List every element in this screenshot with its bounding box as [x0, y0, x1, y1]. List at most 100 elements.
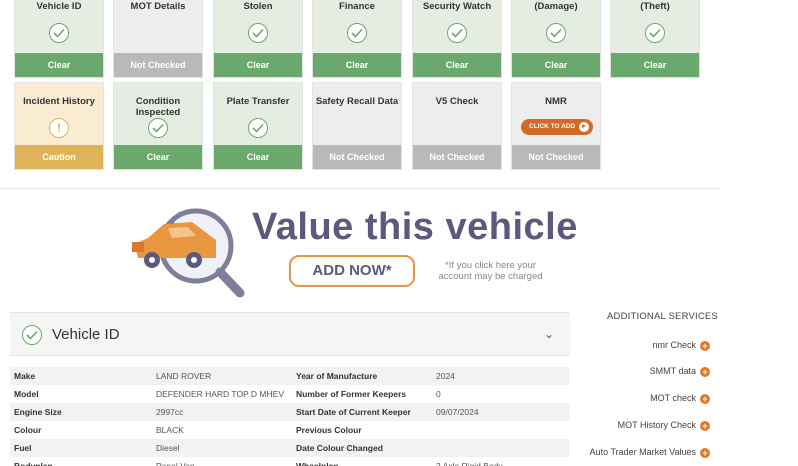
- check-circle-icon: [645, 23, 665, 43]
- check-circle-icon: [148, 118, 168, 138]
- plus-icon: +: [700, 341, 710, 351]
- field-value: BLACK: [156, 425, 184, 435]
- check-title: V5 Check: [435, 96, 479, 107]
- check-title: Insurance Write Off (Damage): [512, 0, 599, 12]
- plus-icon: +: [700, 448, 710, 458]
- status-badge: Clear: [512, 53, 600, 77]
- field-label: Colour: [14, 425, 42, 435]
- check-tile-insurance-damage[interactable]: Insurance Write Off (Damage) Clear: [511, 0, 601, 78]
- vehicle-id-accordion-header[interactable]: Vehicle ID ⌄: [10, 312, 570, 356]
- chevron-down-icon[interactable]: ⌄: [544, 327, 554, 341]
- check-title: Safety Recall Data: [315, 96, 399, 107]
- field-value: Panel Van: [156, 461, 195, 466]
- field-value: 2024: [432, 367, 570, 385]
- service-smmt-data[interactable]: SMMT data +: [650, 366, 710, 377]
- status-badge: Not Checked: [413, 145, 501, 169]
- check-tile-plate-transfer[interactable]: Plate Transfer Clear: [213, 82, 303, 170]
- service-mot-check[interactable]: MOT check +: [650, 393, 710, 404]
- check-circle-icon: [22, 325, 42, 345]
- field-value: 2 Axle Rigid Body: [436, 461, 503, 466]
- field-value: [432, 421, 570, 439]
- field-label: Date Colour Changed: [292, 439, 432, 457]
- check-tile-security-watch[interactable]: Security Watch Clear: [412, 0, 502, 78]
- check-title: NMR: [545, 96, 567, 107]
- check-tile-mot-details[interactable]: MOT Details Not Checked: [113, 0, 203, 78]
- field-label: Bodyplan: [14, 461, 53, 466]
- arrow-right-icon: ▸: [579, 122, 589, 132]
- service-mot-history-check[interactable]: MOT History Check +: [618, 420, 710, 431]
- service-label: MOT History Check: [617, 420, 696, 430]
- check-title: MOT Details: [130, 1, 186, 12]
- field-label: Wheelplan: [296, 461, 339, 466]
- check-tile-stolen[interactable]: Stolen Clear: [213, 0, 303, 78]
- field-value: DEFENDER HARD TOP D MHEV: [156, 389, 284, 399]
- check-title: Plate Transfer: [226, 96, 290, 107]
- check-title: Condition Inspected: [135, 96, 181, 118]
- table-row: Fuel Diesel Date Colour Changed: [10, 439, 570, 457]
- field-label: Make: [10, 367, 152, 385]
- check-tile-vehicle-id[interactable]: Vehicle ID Clear: [14, 0, 104, 78]
- service-auto-trader-market-values[interactable]: Auto Trader Market Values +: [590, 447, 710, 458]
- status-badge: Not Checked: [512, 145, 600, 169]
- warning-icon: !: [49, 118, 69, 138]
- status-badge: Clear: [313, 53, 401, 77]
- section-divider: [0, 188, 720, 189]
- status-badge: Caution: [15, 145, 103, 169]
- field-value: Diesel: [152, 439, 292, 457]
- service-label: SMMT data: [649, 366, 696, 376]
- check-title: Finance: [339, 1, 375, 12]
- check-tile-incident-history[interactable]: Incident History ! Caution: [14, 82, 104, 170]
- check-title: Vehicle ID: [36, 1, 82, 12]
- check-title: Stolen: [243, 1, 273, 12]
- plus-icon: +: [700, 367, 710, 377]
- check-circle-icon: [546, 23, 566, 43]
- car-magnifier-icon: [132, 208, 245, 298]
- table-row: Make LAND ROVER Year of Manufacture 2024: [10, 367, 570, 385]
- add-now-button[interactable]: ADD NOW*: [289, 255, 415, 287]
- check-tile-insurance-theft[interactable]: Insurance Write Off (Theft) Clear: [610, 0, 700, 78]
- field-label: Model: [14, 389, 39, 399]
- check-tile-v5-check[interactable]: V5 Check Not Checked: [412, 82, 502, 170]
- additional-services-title: ADDITIONAL SERVICES: [607, 311, 718, 322]
- field-value: 0: [436, 389, 441, 399]
- field-label: Engine Size: [10, 403, 152, 421]
- section-title: Vehicle ID: [52, 326, 120, 343]
- status-badge: Clear: [413, 53, 501, 77]
- cta-label: CLICK TO ADD: [529, 123, 576, 130]
- check-title: Insurance Write Off (Theft): [611, 0, 698, 12]
- vehicle-details-table: Make LAND ROVER Year of Manufacture 2024…: [10, 367, 570, 466]
- table-row: Colour BLACK Previous Colour: [10, 421, 570, 439]
- status-badge: Not Checked: [114, 53, 202, 77]
- check-tile-safety-recall[interactable]: Safety Recall Data Not Checked: [312, 82, 402, 170]
- plus-icon: +: [700, 394, 710, 404]
- valuation-title: Value this vehicle: [252, 206, 578, 248]
- check-tile-condition-inspected[interactable]: Condition Inspected Clear: [113, 82, 203, 170]
- charge-note: *If you click here your account may be c…: [438, 260, 543, 282]
- check-circle-icon: [248, 118, 268, 138]
- status-badge: Clear: [214, 145, 302, 169]
- service-label: MOT check: [650, 393, 696, 403]
- service-label: Auto Trader Market Values: [589, 447, 696, 457]
- table-row: Engine Size 2997cc Start Date of Current…: [10, 403, 570, 421]
- nmr-click-to-add-button[interactable]: CLICK TO ADD ▸: [521, 119, 593, 135]
- field-label: Previous Colour: [296, 425, 362, 435]
- plus-icon: +: [700, 421, 710, 431]
- field-value: 2997cc: [152, 403, 292, 421]
- field-value: [432, 439, 570, 457]
- status-badge: Clear: [611, 53, 699, 77]
- field-label: Year of Manufacture: [292, 367, 432, 385]
- field-label: Number of Former Keepers: [296, 389, 407, 399]
- field-value: LAND ROVER: [152, 367, 292, 385]
- field-label: Fuel: [10, 439, 152, 457]
- table-row: Model DEFENDER HARD TOP D MHEV Number of…: [10, 385, 570, 403]
- status-badge: Clear: [114, 145, 202, 169]
- check-circle-icon: [347, 23, 367, 43]
- field-label: Start Date of Current Keeper: [292, 403, 432, 421]
- check-title: Security Watch: [422, 1, 492, 12]
- field-value: 09/07/2024: [432, 403, 570, 421]
- status-badge: Not Checked: [313, 145, 401, 169]
- service-nmr-check[interactable]: nmr Check +: [652, 340, 710, 351]
- check-tile-finance[interactable]: Finance Clear: [312, 0, 402, 78]
- check-circle-icon: [49, 23, 69, 43]
- status-badge: Clear: [15, 53, 103, 77]
